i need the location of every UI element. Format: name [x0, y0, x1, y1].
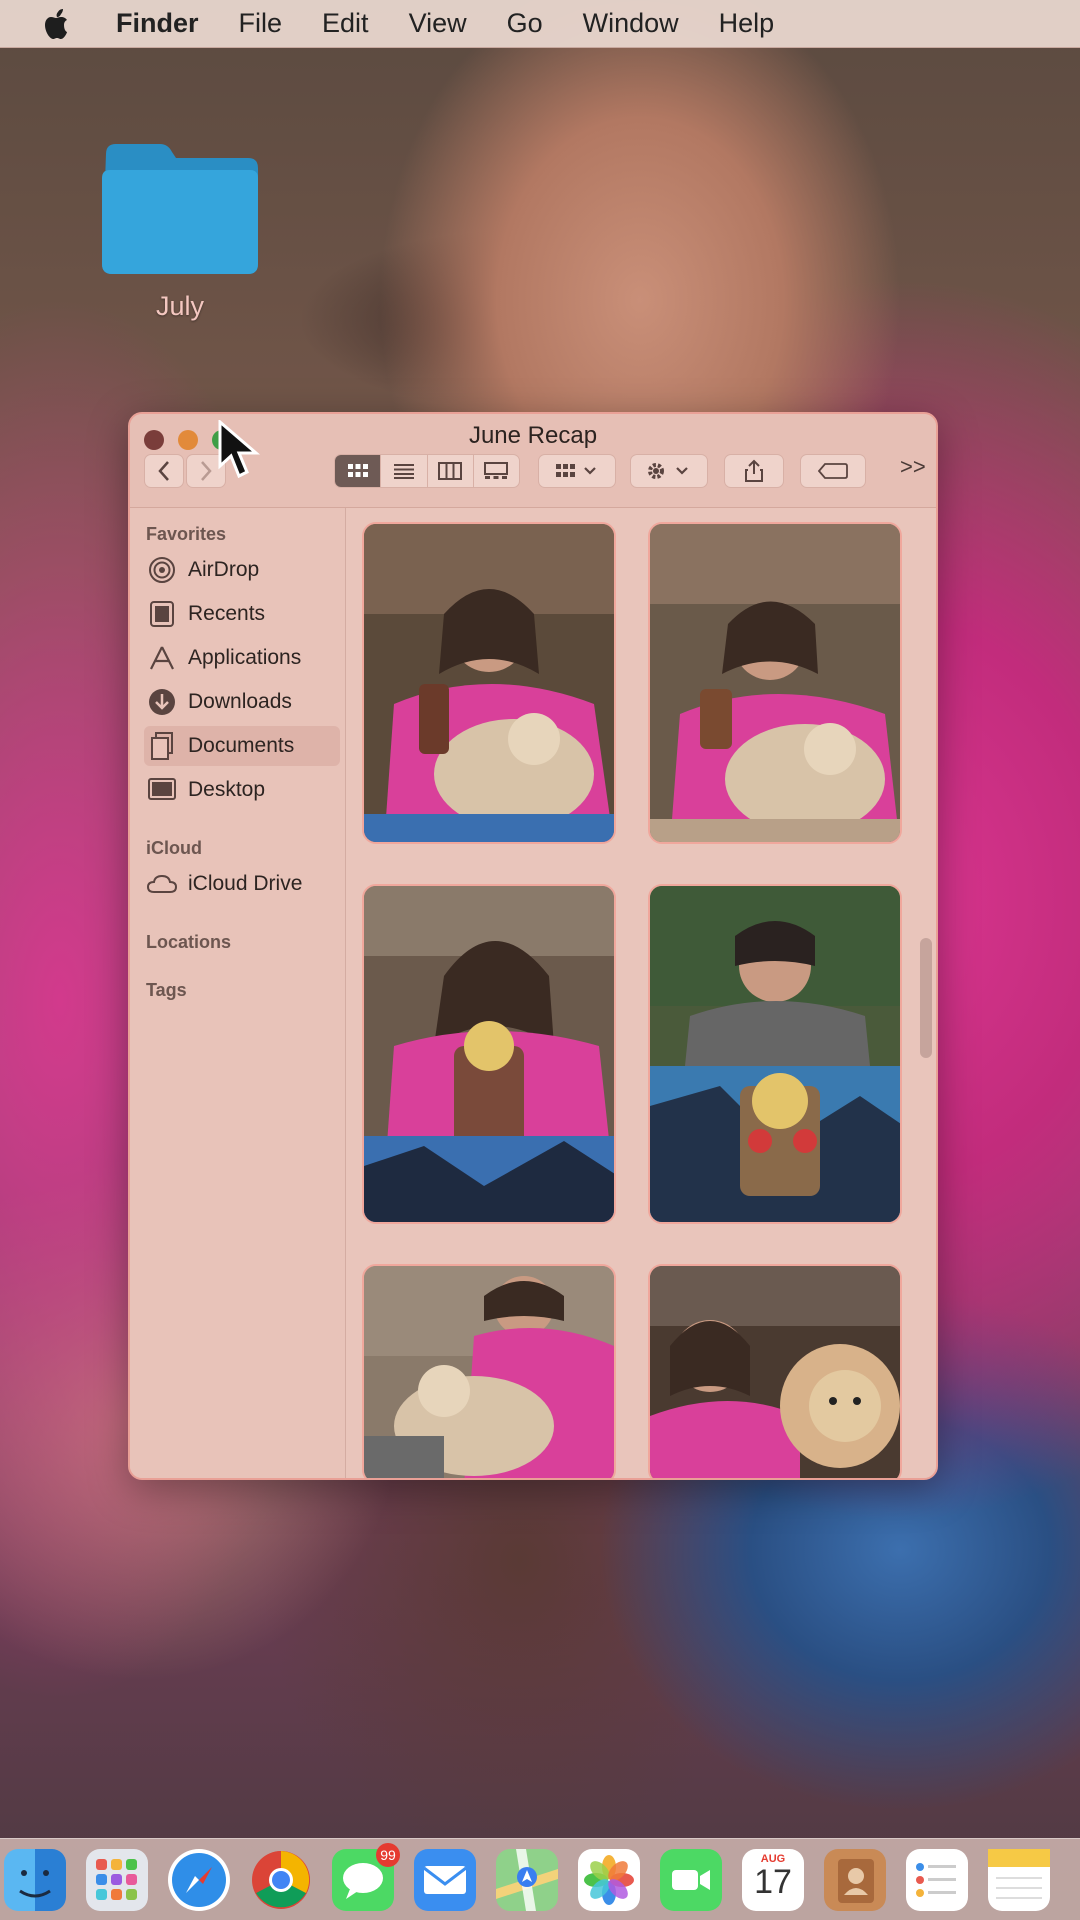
locations-heading[interactable]: Locations: [146, 932, 231, 953]
tags-heading[interactable]: Tags: [146, 980, 187, 1001]
icon-view-button[interactable]: [335, 455, 382, 487]
photo-thumbnail-3[interactable]: [362, 884, 616, 1224]
share-button[interactable]: [724, 454, 784, 488]
downloads-icon: [144, 687, 180, 717]
sidebar-item-applications[interactable]: Applications: [144, 638, 340, 678]
desktop-folder[interactable]: July: [98, 140, 262, 322]
sidebar-item-label: AirDrop: [188, 558, 260, 581]
airdrop-icon: [144, 555, 180, 585]
tag-button[interactable]: [800, 454, 866, 488]
icloud-heading: iCloud: [146, 838, 202, 858]
sidebar-item-label: Downloads: [188, 690, 292, 713]
sidebar-item-label: Recents: [188, 602, 266, 625]
tag-icon: [818, 463, 848, 479]
favorites-heading: Favorites: [146, 524, 227, 544]
apple-menu-icon[interactable]: [40, 6, 76, 42]
gear-icon: [648, 463, 688, 479]
sidebar-item-downloads[interactable]: Downloads: [144, 682, 340, 722]
vertical-scrollbar[interactable]: [920, 938, 932, 1058]
dock-messages-icon[interactable]: 99: [332, 1843, 400, 1911]
applications-icon: [144, 643, 180, 673]
photo-thumbnail-1[interactable]: [362, 522, 616, 844]
dock-mail-icon[interactable]: [414, 1849, 476, 1911]
documents-icon: [144, 731, 180, 761]
view-mode-segmented-control: [334, 454, 520, 488]
finder-window: June Recap >> Favorites AirDrop Recents …: [128, 412, 938, 1480]
chevron-right-icon: [201, 461, 212, 481]
icloud-icon: [144, 869, 180, 899]
dock-launchpad-icon[interactable]: [86, 1849, 148, 1911]
dock-notes-icon[interactable]: [988, 1849, 1050, 1911]
sidebar-item-icloud-drive[interactable]: iCloud Drive: [144, 864, 340, 904]
photo-thumbnail-6[interactable]: [648, 1264, 902, 1478]
column-view-button[interactable]: [428, 455, 474, 487]
back-button[interactable]: [144, 454, 184, 488]
sidebar-item-recents[interactable]: Recents: [144, 594, 340, 634]
group-by-button[interactable]: [538, 454, 616, 488]
sidebar-item-label: Desktop: [188, 778, 266, 801]
sidebar-item-documents[interactable]: Documents: [144, 726, 340, 766]
dock-calendar-icon[interactable]: AUG 17: [742, 1849, 804, 1911]
dock: 99 AUG 17: [0, 1838, 1080, 1920]
sidebar-item-airdrop[interactable]: AirDrop: [144, 550, 340, 590]
action-menu-button[interactable]: [630, 454, 708, 488]
dock-facetime-icon[interactable]: [660, 1849, 722, 1911]
folder-icon: [102, 144, 258, 274]
menu-edit[interactable]: Edit: [322, 8, 369, 39]
recents-icon: [144, 599, 180, 629]
list-icon: [393, 464, 414, 479]
dock-safari-icon[interactable]: [168, 1849, 230, 1911]
desktop-icon: [144, 775, 180, 805]
gallery-icon: [484, 462, 509, 479]
gallery-view-button[interactable]: [474, 455, 519, 487]
calendar-day: 17: [754, 1863, 792, 1901]
photo-thumbnail-2[interactable]: [648, 522, 902, 844]
group-grid-icon: [556, 464, 596, 477]
messages-badge: 99: [376, 1843, 400, 1867]
menu-view[interactable]: View: [409, 8, 467, 39]
chevron-left-icon: [158, 461, 169, 481]
menu-help[interactable]: Help: [719, 8, 775, 39]
dock-contacts-icon[interactable]: [824, 1849, 886, 1911]
toolbar-overflow-button[interactable]: >>: [900, 454, 926, 480]
photo-thumbnail-5[interactable]: [362, 1264, 616, 1478]
photo-thumbnail-4[interactable]: [648, 884, 902, 1224]
mouse-cursor-icon: [216, 418, 264, 485]
finder-sidebar: Favorites AirDrop Recents Applications D…: [130, 508, 346, 1478]
dock-finder-icon[interactable]: [4, 1849, 66, 1911]
sidebar-item-desktop[interactable]: Desktop: [144, 770, 340, 810]
dock-chrome-icon[interactable]: [250, 1849, 312, 1911]
file-grid: [346, 508, 936, 1478]
grid-icon: [347, 464, 368, 477]
list-view-button[interactable]: [381, 455, 428, 487]
menu-file[interactable]: File: [239, 8, 283, 39]
columns-icon: [438, 462, 463, 480]
menu-go[interactable]: Go: [507, 8, 543, 39]
sidebar-item-label: Documents: [188, 734, 295, 757]
dock-maps-icon[interactable]: [496, 1849, 558, 1911]
menu-app-name[interactable]: Finder: [116, 8, 199, 39]
desktop-folder-label: July: [155, 291, 204, 321]
menu-bar: Finder File Edit View Go Window Help: [0, 0, 1080, 48]
dock-reminders-icon[interactable]: [906, 1849, 968, 1911]
sidebar-item-label: Applications: [188, 646, 302, 669]
dock-photos-icon[interactable]: [578, 1849, 640, 1911]
share-icon: [745, 459, 763, 482]
menu-window[interactable]: Window: [583, 8, 679, 39]
sidebar-item-label: iCloud Drive: [188, 872, 303, 895]
